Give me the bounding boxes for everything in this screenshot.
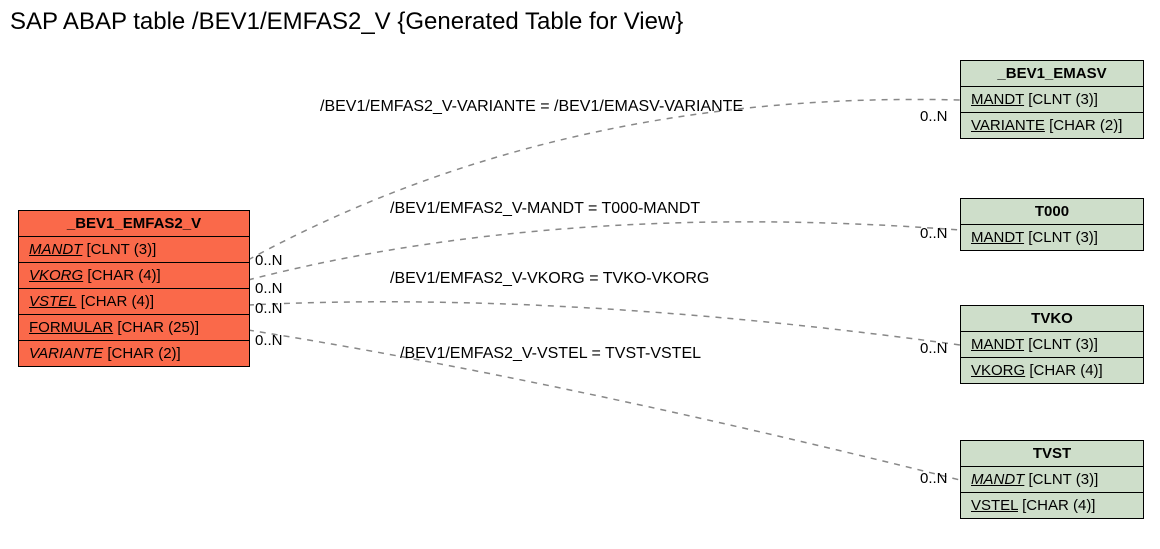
- entity-field: MANDT [CLNT (3)]: [961, 332, 1143, 358]
- entity-tvst: TVST MANDT [CLNT (3)] VSTEL [CHAR (4)]: [960, 440, 1144, 519]
- cardinality-left: 0..N: [255, 300, 283, 317]
- relation-label: /BEV1/EMFAS2_V-VSTEL = TVST-VSTEL: [400, 345, 701, 363]
- entity-field: VKORG [CHAR (4)]: [961, 358, 1143, 383]
- entity-field: VKORG [CHAR (4)]: [19, 263, 249, 289]
- entity-header: TVKO: [961, 306, 1143, 332]
- entity-field: MANDT [CLNT (3)]: [961, 87, 1143, 113]
- entity-bev1-emasv: _BEV1_EMASV MANDT [CLNT (3)] VARIANTE [C…: [960, 60, 1144, 139]
- entity-header: T000: [961, 199, 1143, 225]
- entity-field: VARIANTE [CHAR (2)]: [961, 113, 1143, 138]
- cardinality-left: 0..N: [255, 252, 283, 269]
- entity-field: MANDT [CLNT (3)]: [961, 467, 1143, 493]
- entity-field: VARIANTE [CHAR (2)]: [19, 341, 249, 366]
- cardinality-left: 0..N: [255, 332, 283, 349]
- entity-tvko: TVKO MANDT [CLNT (3)] VKORG [CHAR (4)]: [960, 305, 1144, 384]
- relation-label: /BEV1/EMFAS2_V-MANDT = T000-MANDT: [390, 200, 700, 218]
- cardinality-right: 0..N: [920, 470, 948, 487]
- entity-header: TVST: [961, 441, 1143, 467]
- relation-label: /BEV1/EMFAS2_V-VARIANTE = /BEV1/EMASV-VA…: [320, 98, 743, 116]
- cardinality-right: 0..N: [920, 340, 948, 357]
- entity-header: _BEV1_EMASV: [961, 61, 1143, 87]
- entity-field: VSTEL [CHAR (4)]: [19, 289, 249, 315]
- entity-field: FORMULAR [CHAR (25)]: [19, 315, 249, 341]
- entity-bev1-emfas2-v: _BEV1_EMFAS2_V MANDT [CLNT (3)] VKORG [C…: [18, 210, 250, 367]
- entity-header: _BEV1_EMFAS2_V: [19, 211, 249, 237]
- entity-t000: T000 MANDT [CLNT (3)]: [960, 198, 1144, 251]
- entity-field: MANDT [CLNT (3)]: [19, 237, 249, 263]
- cardinality-left: 0..N: [255, 280, 283, 297]
- entity-field: VSTEL [CHAR (4)]: [961, 493, 1143, 518]
- cardinality-right: 0..N: [920, 108, 948, 125]
- entity-field: MANDT [CLNT (3)]: [961, 225, 1143, 250]
- relation-label: /BEV1/EMFAS2_V-VKORG = TVKO-VKORG: [390, 270, 709, 288]
- page-title: SAP ABAP table /BEV1/EMFAS2_V {Generated…: [10, 8, 683, 36]
- cardinality-right: 0..N: [920, 225, 948, 242]
